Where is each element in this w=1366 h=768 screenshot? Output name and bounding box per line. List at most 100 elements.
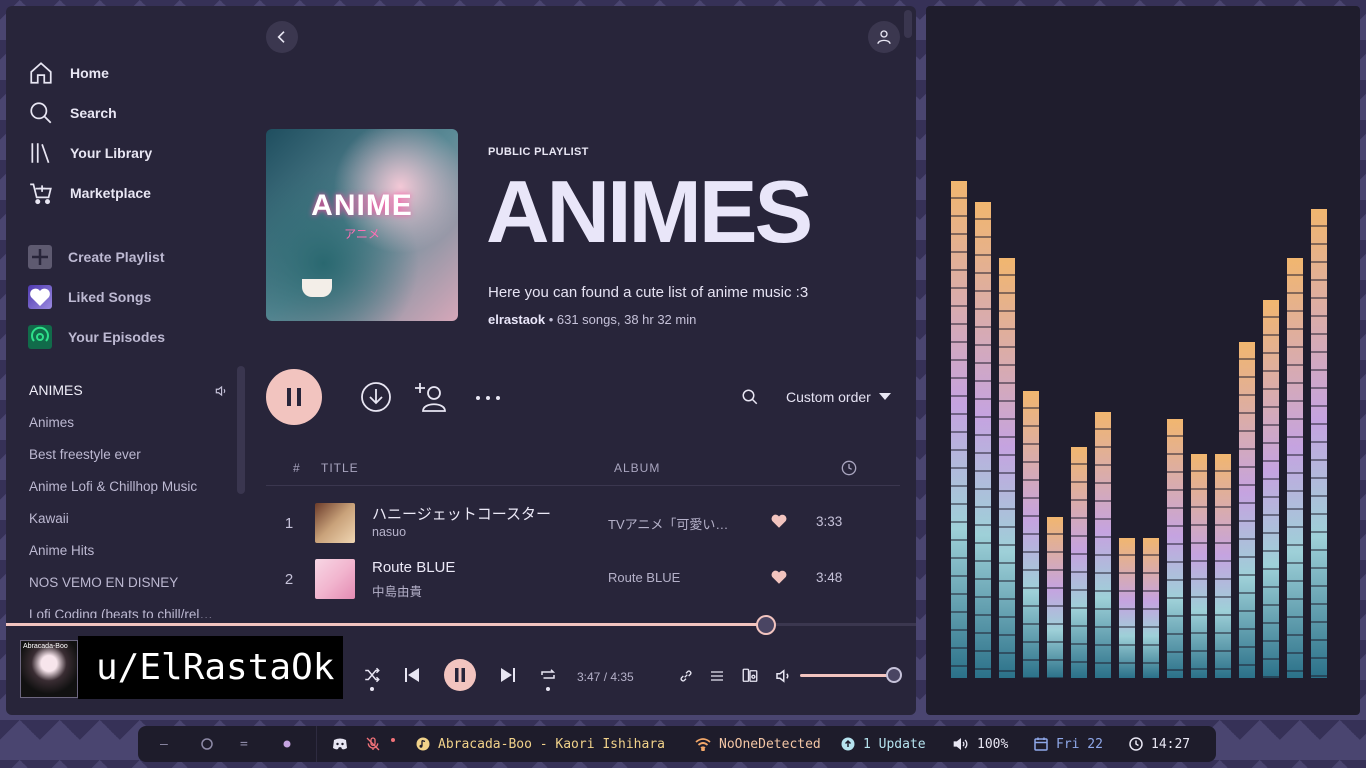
skip-back-icon[interactable] — [404, 667, 420, 683]
clock-time: 14:27 — [1151, 736, 1191, 752]
column-header-album[interactable]: ALBUM — [614, 461, 660, 475]
volume-slider-track[interactable] — [800, 674, 896, 677]
circle-icon — [201, 738, 213, 750]
download-icon[interactable] — [360, 381, 392, 413]
visualizer-bar — [1215, 454, 1231, 678]
main-scrollbar[interactable] — [904, 10, 912, 38]
playlist-type: PUBLIC PLAYLIST — [488, 146, 589, 158]
discord-tray[interactable] — [332, 726, 348, 762]
sidebar-scrollbar[interactable] — [237, 366, 245, 494]
visualizer-bar — [1191, 454, 1207, 678]
playback-progress-track[interactable] — [6, 623, 916, 626]
updates-tray[interactable]: 1 Update — [841, 726, 926, 762]
cart-icon — [30, 183, 52, 205]
username-overlay: u/ElRastaOk — [78, 636, 343, 699]
clock-icon — [1129, 737, 1143, 751]
music-icon — [416, 737, 430, 751]
track-duration: 3:48 — [816, 570, 843, 585]
nav-marketplace[interactable]: Marketplace — [28, 178, 151, 208]
speaker-icon — [215, 385, 226, 397]
create-playlist-button[interactable]: Create Playlist — [28, 242, 165, 272]
player-play-pause-button[interactable] — [444, 659, 476, 691]
spotify-window: Home Search Your Library Marketplace Cre… — [6, 6, 916, 715]
now-playing-artwork-label: Abracada-Boo — [23, 643, 68, 650]
volume-icon — [953, 737, 968, 751]
calendar-icon — [1034, 737, 1048, 751]
playlist-item[interactable]: Anime Hits — [29, 543, 229, 558]
visualizer-bar — [1047, 517, 1063, 678]
search-icon — [30, 102, 52, 124]
track-album[interactable]: Route BLUE — [608, 570, 748, 585]
liked-songs-label: Liked Songs — [68, 289, 152, 305]
nav-search[interactable]: Search — [28, 98, 117, 128]
volume-slider-handle[interactable] — [886, 667, 902, 683]
network-tray[interactable]: NoOneDetected — [695, 726, 821, 762]
track-title[interactable]: ハニージェットコースター — [372, 503, 551, 524]
repeat-icon[interactable] — [539, 666, 557, 684]
sort-label: Custom order — [786, 389, 871, 405]
playlist-item[interactable]: Lofi Coding (beats to chill/rel… — [29, 607, 229, 618]
heart-icon[interactable] — [770, 512, 788, 530]
search-in-playlist-icon[interactable] — [741, 388, 759, 406]
shuffle-icon[interactable] — [363, 666, 381, 684]
track-number: 2 — [284, 571, 294, 588]
visualizer-bar — [1095, 412, 1111, 678]
playlist-item-label: ANIMES — [29, 382, 83, 398]
workspace-1[interactable]: — — [160, 726, 168, 762]
nav-library-label: Your Library — [70, 145, 153, 161]
your-episodes-button[interactable]: Your Episodes — [28, 322, 165, 352]
playlist-item[interactable]: Anime Lofi & Chillhop Music — [29, 479, 229, 494]
now-playing-artwork[interactable]: Abracada-Boo — [20, 640, 78, 698]
network-name: NoOneDetected — [719, 736, 821, 752]
playlist-list: ANIMES Animes Best freestyle ever Anime … — [6, 366, 250, 618]
workspace-4-active[interactable] — [283, 726, 291, 762]
queue-icon[interactable] — [709, 668, 725, 684]
nav-library[interactable]: Your Library — [28, 138, 152, 168]
your-episodes-label: Your Episodes — [68, 329, 165, 345]
skip-forward-icon[interactable] — [500, 667, 516, 683]
visualizer-bar — [975, 202, 991, 678]
column-header-title[interactable]: TITLE — [321, 461, 359, 475]
cover-subtitle: アニメ — [344, 227, 380, 241]
now-playing-tray[interactable]: Abracada-Boo - Kaori Ishihara — [416, 726, 665, 762]
clock-tray[interactable]: 14:27 — [1129, 726, 1190, 762]
track-title[interactable]: Route BLUE — [372, 559, 455, 576]
user-menu-button[interactable] — [868, 21, 900, 53]
volume-icon[interactable] — [774, 667, 792, 685]
workspace-3[interactable]: = — [240, 726, 248, 762]
back-button[interactable] — [266, 21, 298, 53]
taskbar: — = Abracada-Boo - Kaori Ishihara NoOneD… — [138, 726, 1216, 762]
track-album[interactable]: TVアニメ「可愛い… — [608, 514, 748, 533]
plus-icon — [28, 245, 52, 269]
mic-muted-tray[interactable] — [365, 726, 381, 762]
main-view: ANIME アニメ PUBLIC PLAYLIST ANIMES Here yo… — [250, 6, 916, 618]
playlist-item[interactable]: Best freestyle ever — [29, 447, 229, 462]
track-artist[interactable]: nasuo — [372, 525, 406, 539]
wifi-icon — [695, 738, 711, 751]
playlist-item[interactable]: Animes — [29, 415, 229, 430]
play-pause-button[interactable] — [266, 369, 322, 425]
updates-text: 1 Update — [863, 736, 926, 752]
nav-home[interactable]: Home — [28, 58, 109, 88]
visualizer-bar — [1239, 342, 1255, 678]
playlist-item[interactable]: Kawaii — [29, 511, 229, 526]
playlist-item-animes-active[interactable]: ANIMES — [29, 382, 229, 398]
sort-dropdown[interactable]: Custom order — [786, 389, 891, 405]
workspace-2[interactable] — [201, 726, 213, 762]
link-icon[interactable] — [678, 668, 694, 684]
visualizer-bar — [1167, 419, 1183, 678]
playlist-owner[interactable]: elrastaok — [488, 312, 545, 327]
playlist-item[interactable]: NOS VEMO EN DISNEY — [29, 575, 229, 590]
add-follower-icon[interactable] — [414, 380, 448, 414]
mic-muted-icon — [366, 737, 380, 751]
shuffle-active-dot — [370, 687, 374, 691]
table-row[interactable]: 1 ハニージェットコースター nasuo TVアニメ「可愛い… 3:33 — [278, 499, 898, 547]
table-row[interactable]: 2 Route BLUE 中島由貴 Route BLUE 3:48 — [278, 555, 898, 603]
track-artist[interactable]: 中島由貴 — [372, 581, 422, 600]
more-options-icon[interactable] — [474, 394, 502, 402]
volume-tray[interactable]: 100% — [953, 726, 1008, 762]
devices-icon[interactable] — [741, 667, 759, 685]
heart-icon[interactable] — [770, 568, 788, 586]
liked-songs-button[interactable]: Liked Songs — [28, 282, 151, 312]
date-tray[interactable]: Fri 22 — [1034, 726, 1103, 762]
